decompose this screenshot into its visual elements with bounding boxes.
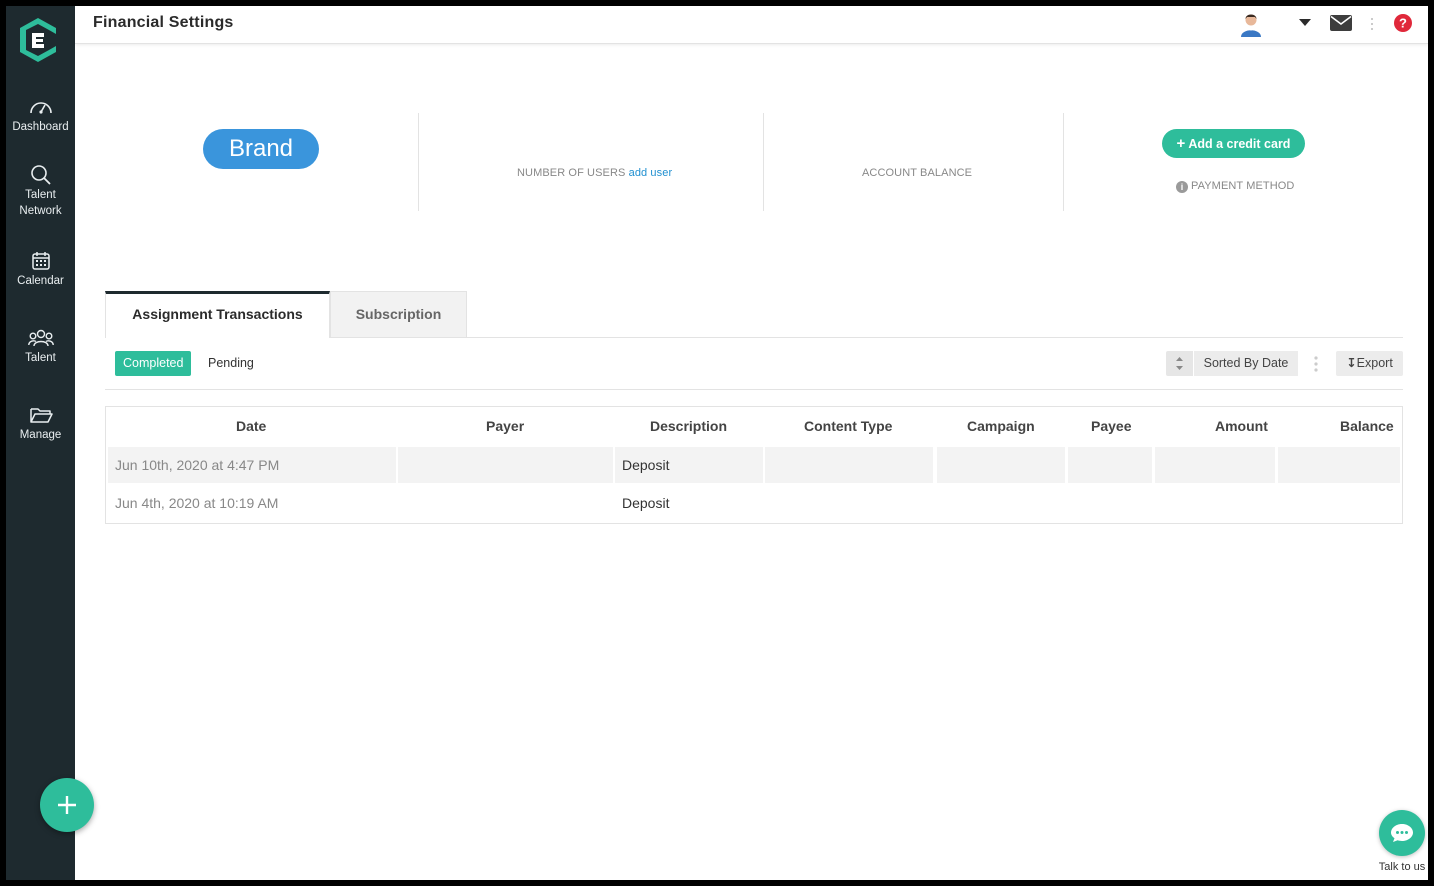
payment-label-text: PAYMENT METHOD bbox=[1191, 180, 1295, 192]
add-card-label: Add a credit card bbox=[1188, 137, 1291, 151]
filter-pending-button[interactable]: Pending bbox=[200, 351, 262, 376]
divider bbox=[418, 113, 419, 211]
payment-method-label: i PAYMENT METHOD bbox=[1176, 180, 1294, 193]
sidebar-item-manage[interactable]: Manage bbox=[6, 405, 75, 443]
column-header-balance[interactable]: Balance bbox=[1340, 418, 1394, 434]
tab-subscription[interactable]: Subscription bbox=[330, 291, 467, 338]
tab-assignment-transactions[interactable]: Assignment Transactions bbox=[105, 291, 330, 338]
sidebar-item-label: Dashboard bbox=[12, 121, 69, 133]
speedometer-icon bbox=[29, 102, 52, 114]
cell-balance bbox=[1278, 447, 1400, 483]
cell-description: Deposit bbox=[615, 447, 763, 483]
plus-icon bbox=[58, 796, 76, 814]
people-icon bbox=[27, 329, 54, 347]
chat-bubble-icon bbox=[1379, 810, 1425, 856]
column-header-content-type[interactable]: Content Type bbox=[804, 418, 892, 434]
cell-campaign bbox=[937, 447, 1065, 483]
help-icon[interactable]: ? bbox=[1394, 14, 1412, 32]
column-header-date[interactable]: Date bbox=[236, 418, 266, 434]
column-header-campaign[interactable]: Campaign bbox=[967, 418, 1035, 434]
transactions-table: Date Payer Description Content Type Camp… bbox=[105, 406, 1403, 524]
column-header-payer[interactable]: Payer bbox=[486, 418, 524, 434]
export-button[interactable]: ↧Export bbox=[1336, 351, 1403, 376]
add-user-link[interactable]: add user bbox=[629, 167, 673, 179]
sidebar-item-dashboard[interactable]: Dashboard bbox=[6, 97, 75, 135]
cell-content-type bbox=[765, 447, 933, 483]
sidebar-item-talent-network[interactable]: Talent Network bbox=[9, 165, 72, 219]
cell-date: Jun 10th, 2020 at 4:47 PM bbox=[108, 447, 396, 483]
add-credit-card-button[interactable]: + Add a credit card bbox=[1162, 129, 1305, 158]
cell-payee bbox=[1068, 447, 1152, 483]
sidebar-item-calendar[interactable]: Calendar bbox=[6, 251, 75, 289]
more-options-icon[interactable] bbox=[1312, 355, 1320, 373]
users-label-text: NUMBER OF USERS bbox=[517, 167, 626, 179]
mail-icon[interactable] bbox=[1330, 15, 1352, 31]
chat-widget[interactable]: Talk to us bbox=[1373, 810, 1428, 880]
svg-text:?: ? bbox=[1399, 16, 1407, 31]
filter-completed-button[interactable]: Completed bbox=[115, 351, 192, 376]
chat-label: Talk to us bbox=[1378, 861, 1426, 873]
sidebar-item-label: Manage bbox=[19, 429, 62, 441]
users-stat-label: NUMBER OF USERS add user bbox=[517, 167, 672, 179]
logo-icon[interactable] bbox=[16, 16, 60, 64]
create-new-button[interactable] bbox=[40, 778, 94, 832]
top-header: Financial Settings ? bbox=[75, 6, 1428, 44]
search-icon bbox=[30, 165, 51, 185]
column-header-description[interactable]: Description bbox=[650, 418, 727, 434]
cell-description: Deposit bbox=[622, 495, 670, 511]
folder-icon bbox=[29, 408, 53, 423]
avatar[interactable] bbox=[1239, 11, 1263, 37]
account-type-badge: Brand bbox=[203, 129, 319, 169]
divider bbox=[763, 113, 764, 211]
sidebar-item-label: Talent Network bbox=[19, 189, 62, 217]
kebab-menu-icon[interactable] bbox=[1370, 17, 1374, 31]
sort-direction-toggle[interactable] bbox=[1166, 351, 1193, 376]
sort-arrows-icon bbox=[1176, 357, 1183, 370]
account-balance-label: ACCOUNT BALANCE bbox=[862, 167, 973, 179]
sort-select[interactable]: Sorted By Date bbox=[1194, 351, 1298, 376]
calendar-icon bbox=[31, 252, 50, 270]
plus-icon: + bbox=[1176, 135, 1186, 152]
page-title: Financial Settings bbox=[93, 14, 234, 31]
divider bbox=[105, 389, 1403, 390]
column-header-amount[interactable]: Amount bbox=[1215, 418, 1268, 434]
column-header-payee[interactable]: Payee bbox=[1091, 418, 1131, 434]
cell-amount bbox=[1155, 447, 1275, 483]
divider bbox=[1063, 113, 1064, 211]
table-row[interactable]: Jun 10th, 2020 at 4:47 PM Deposit bbox=[106, 447, 1402, 483]
sort-download-icon: ↧ bbox=[1346, 356, 1357, 370]
chevron-down-icon[interactable] bbox=[1299, 19, 1311, 27]
sidebar-item-label: Calendar bbox=[17, 275, 64, 287]
sidebar: Dashboard Talent Network Calendar Talent… bbox=[6, 6, 75, 880]
info-icon[interactable]: i bbox=[1176, 181, 1188, 193]
table-row[interactable]: Jun 4th, 2020 at 10:19 AM Deposit bbox=[106, 485, 1402, 521]
cell-date: Jun 4th, 2020 at 10:19 AM bbox=[115, 495, 279, 511]
app-window: Dashboard Talent Network Calendar Talent… bbox=[6, 6, 1428, 880]
sidebar-item-label: Talent bbox=[25, 352, 56, 364]
cell-payer bbox=[398, 447, 613, 483]
sidebar-item-talent[interactable]: Talent bbox=[6, 328, 75, 366]
export-label: Export bbox=[1356, 356, 1393, 370]
